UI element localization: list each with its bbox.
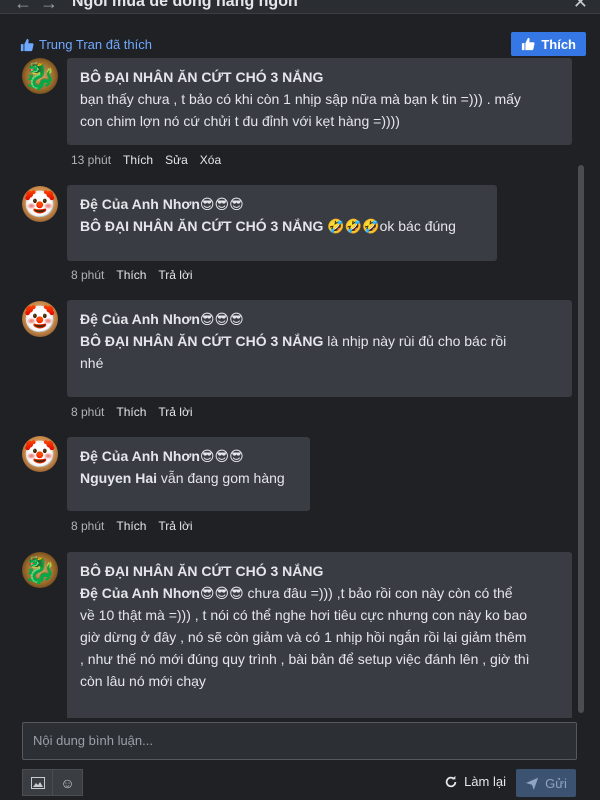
reply-comment-link[interactable]: Trả lời xyxy=(158,268,192,282)
smiley-icon: ☺ xyxy=(60,774,75,791)
comment-text-line: là nhịp này rùi đủ cho bác rồi xyxy=(327,333,507,349)
comment-time: 13 phút xyxy=(71,153,112,167)
avatar[interactable]: 🐉 xyxy=(22,552,58,588)
like-comment-link[interactable]: Thích xyxy=(123,153,153,167)
comment-bubble: Đệ Của Anh Nhơn😎😎😎 BÔ ĐẠI NHÂN ĂN CỨT CH… xyxy=(67,185,497,261)
like-button[interactable]: Thích xyxy=(511,32,586,56)
reset-button[interactable]: Làm lại xyxy=(444,774,506,789)
comment-text-line: vẫn đang gom hàng xyxy=(160,470,285,486)
author-emoji: 😎😎😎 xyxy=(199,196,244,212)
like-comment-link[interactable]: Thích xyxy=(116,519,146,533)
back-arrow-icon[interactable]: ← xyxy=(14,0,32,13)
comment-meta: 8 phút Thích Trả lời xyxy=(71,405,192,419)
comment-author[interactable]: BÔ ĐẠI NHÂN ĂN CỨT CHÓ 3 NẮNG xyxy=(80,66,559,88)
reply-comment-link[interactable]: Trả lời xyxy=(158,519,192,533)
avatar[interactable]: 🐉 xyxy=(22,58,58,94)
comment-meta: 8 phút Thích Trả lời xyxy=(71,519,192,533)
comment-text-line: nhé xyxy=(80,355,104,371)
send-button-label: Gửi xyxy=(545,775,567,791)
liked-by-label[interactable]: Trung Tran đã thích xyxy=(20,37,152,52)
comment-time: 8 phút xyxy=(71,405,105,419)
refresh-icon xyxy=(445,775,457,787)
attach-image-button[interactable] xyxy=(22,769,53,796)
comment-mention[interactable]: BÔ ĐẠI NHÂN ĂN CỨT CHÓ 3 NẮNG xyxy=(80,218,323,234)
comment-bubble: BÔ ĐẠI NHÂN ĂN CỨT CHÓ 3 NẮNG Đệ Của Anh… xyxy=(67,552,572,718)
like-bar: Trung Tran đã thích Thích xyxy=(0,30,600,58)
comment-text-line: bạn thấy chưa , t bảo có khi còn 1 nhịp … xyxy=(80,91,521,107)
comment-input[interactable]: Nội dung bình luận... xyxy=(22,722,577,760)
comment-time: 8 phút xyxy=(71,268,105,282)
reset-button-label: Làm lại xyxy=(464,774,506,789)
forward-arrow-icon[interactable]: → xyxy=(40,0,58,13)
avatar[interactable]: 🤡 xyxy=(22,186,58,222)
comment-mention[interactable]: BÔ ĐẠI NHÂN ĂN CỨT CHÓ 3 NẮNG xyxy=(80,333,323,349)
edit-comment-link[interactable]: Sửa xyxy=(165,153,188,167)
image-icon xyxy=(30,776,45,789)
send-icon xyxy=(526,777,539,790)
post-title: Ngồi mua để đóng hàng ngon xyxy=(72,0,298,10)
comment-text-line: , như thế nó mới đúng quy trình , bài bả… xyxy=(80,651,530,667)
avatar[interactable]: 🤡 xyxy=(22,436,58,472)
comment-meta: 8 phút Thích Trả lời xyxy=(71,268,192,282)
delete-comment-link[interactable]: Xóa xyxy=(200,153,221,167)
comment-input-placeholder: Nội dung bình luận... xyxy=(33,733,153,748)
comment-bubble: Đệ Của Anh Nhơn😎😎😎 Nguyen Hai vẫn đang g… xyxy=(67,437,310,511)
comment-mention[interactable]: Đệ Của Anh Nhơn😎😎😎 xyxy=(80,585,244,601)
thumbs-up-icon xyxy=(20,38,34,51)
avatar[interactable]: 🤡 xyxy=(22,301,58,337)
comment-meta: 13 phút Thích Sửa Xóa xyxy=(71,153,221,167)
composer-toolbar: ☺ Làm lại Gửi xyxy=(0,766,600,800)
comment-author[interactable]: BÔ ĐẠI NHÂN ĂN CỨT CHÓ 3 NẮNG xyxy=(80,560,559,582)
emoji-button[interactable]: ☺ xyxy=(52,769,83,796)
comment-bubble: Đệ Của Anh Nhơn😎😎😎 BÔ ĐẠI NHÂN ĂN CỨT CH… xyxy=(67,300,572,397)
send-button[interactable]: Gửi xyxy=(516,769,576,797)
window-titlebar: ← → Ngồi mua để đóng hàng ngon ✕ xyxy=(0,0,600,14)
comment-bubble: BÔ ĐẠI NHÂN ĂN CỨT CHÓ 3 NẮNG bạn thấy c… xyxy=(67,58,572,145)
comment-author[interactable]: Đệ Của Anh Nhơn xyxy=(80,311,200,327)
comment-text-line: giờ dừng ở đây , nó sẽ còn giảm và có 1 … xyxy=(80,629,527,645)
comment-time: 8 phút xyxy=(71,519,105,533)
liked-by-text: Trung Tran đã thích xyxy=(39,37,152,52)
comments-scrollbar[interactable] xyxy=(578,165,584,713)
comment-mention[interactable]: Nguyen Hai xyxy=(80,470,157,486)
comment-author[interactable]: Đệ Của Anh Nhơn xyxy=(80,448,200,464)
like-button-label: Thích xyxy=(541,36,576,52)
comment-text-line: con chim lợn nó cứ chửi t đu đỉnh với kẹ… xyxy=(80,113,400,129)
comment-list[interactable]: 🐉 BÔ ĐẠI NHÂN ĂN CỨT CHÓ 3 NẮNG bạn thấy… xyxy=(0,58,600,718)
close-icon[interactable]: ✕ xyxy=(573,0,588,13)
like-comment-link[interactable]: Thích xyxy=(116,405,146,419)
reply-comment-link[interactable]: Trả lời xyxy=(158,405,192,419)
comment-author[interactable]: Đệ Của Anh Nhơn xyxy=(80,196,200,212)
author-emoji: 😎😎😎 xyxy=(199,311,244,327)
thumbs-up-icon xyxy=(522,37,535,51)
comment-text-line: về 10 thật mà =))) , t nói có thể nghe h… xyxy=(80,607,528,623)
author-emoji: 😎😎😎 xyxy=(199,448,244,464)
comment-text-line: 🤣🤣🤣ok bác đúng xyxy=(327,218,456,234)
comment-text-line: còn lâu nó mới chạy xyxy=(80,673,206,689)
like-comment-link[interactable]: Thích xyxy=(116,268,146,282)
comment-text-line: chưa đâu =))) ,t bảo rồi con này còn có … xyxy=(243,585,513,601)
